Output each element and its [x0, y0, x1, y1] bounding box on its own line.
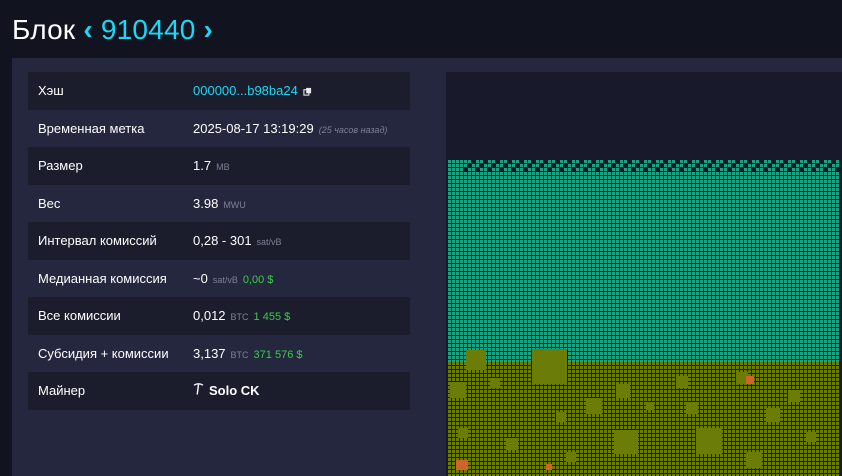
- timestamp-relative: (25 часов назад): [318, 124, 388, 135]
- total-fees-unit: BTC: [230, 312, 249, 323]
- miner-row: Майнер Solo CK: [28, 372, 410, 410]
- subsidy-fees-usd: 371 576 $: [253, 348, 303, 361]
- hash-label: Хэш: [38, 83, 64, 99]
- total-fees-usd: 1 455 $: [253, 311, 291, 324]
- miner-label: Майнер: [38, 383, 86, 399]
- fee-span-label: Интервал комиссий: [38, 233, 157, 249]
- fee-span-row: Интервал комиссий 0,28 - 301 sat/vB: [28, 222, 410, 260]
- block-height: 910440: [100, 14, 196, 45]
- timestamp-row: Временная метка 2025-08-17 13:19:29 (25 …: [28, 110, 410, 148]
- fee-span-value: 0,28 - 301: [193, 233, 252, 249]
- block-title-word: Блок: [12, 14, 76, 45]
- miner-link[interactable]: Solo CK: [209, 383, 260, 398]
- copy-icon[interactable]: [303, 87, 312, 96]
- subsidy-fees-value: 3,137: [193, 345, 226, 361]
- chevron-left-icon[interactable]: ‹: [83, 14, 93, 46]
- total-fees-value: 0,012: [193, 308, 226, 324]
- timestamp-value: 2025-08-17 13:19:29: [193, 120, 314, 136]
- total-fees-label: Все комиссии: [38, 308, 121, 324]
- size-row: Размер 1.7 MB: [28, 147, 410, 185]
- timestamp-label: Временная метка: [38, 120, 145, 136]
- subsidy-fees-unit: BTC: [230, 349, 249, 360]
- size-value: 1.7: [193, 158, 212, 174]
- size-label: Размер: [38, 158, 83, 174]
- hash-link[interactable]: 000000...b98ba24: [193, 83, 298, 98]
- block-panel: Хэш 000000...b98ba24 Временная метка 202…: [12, 58, 842, 476]
- weight-unit: MWU: [223, 199, 246, 210]
- block-details-table: Хэш 000000...b98ba24 Временная метка 202…: [28, 72, 410, 410]
- weight-row: Вес 3.98 MWU: [28, 185, 410, 223]
- median-fee-label: Медианная комиссия: [38, 270, 167, 286]
- page-header: Блок ‹ 910440 ›: [0, 0, 842, 58]
- weight-label: Вес: [38, 195, 61, 211]
- weight-value: 3.98: [193, 195, 219, 211]
- chevron-right-icon[interactable]: ›: [204, 14, 214, 46]
- median-fee-row: Медианная комиссия ~0 sat/vB 0,00 $: [28, 260, 410, 298]
- subsidy-fees-row: Субсидия + комиссии 3,137 BTC 371 576 $: [28, 335, 410, 373]
- median-fee-usd: 0,00 $: [242, 273, 274, 286]
- block-transactions-visualization[interactable]: [446, 72, 842, 476]
- pickaxe-icon: [193, 383, 204, 395]
- subsidy-fees-label: Субсидия + комиссии: [38, 345, 169, 361]
- median-fee-unit: sat/vB: [212, 274, 238, 285]
- size-unit: MB: [216, 162, 230, 173]
- page-title: Блок ‹ 910440 ›: [12, 12, 213, 48]
- total-fees-row: Все комиссии 0,012 BTC 1 455 $: [28, 297, 410, 335]
- median-fee-value: ~0: [193, 270, 208, 286]
- hash-row: Хэш 000000...b98ba24: [28, 72, 410, 110]
- transactions-grid[interactable]: [446, 72, 842, 476]
- fee-span-unit: sat/vB: [256, 237, 282, 248]
